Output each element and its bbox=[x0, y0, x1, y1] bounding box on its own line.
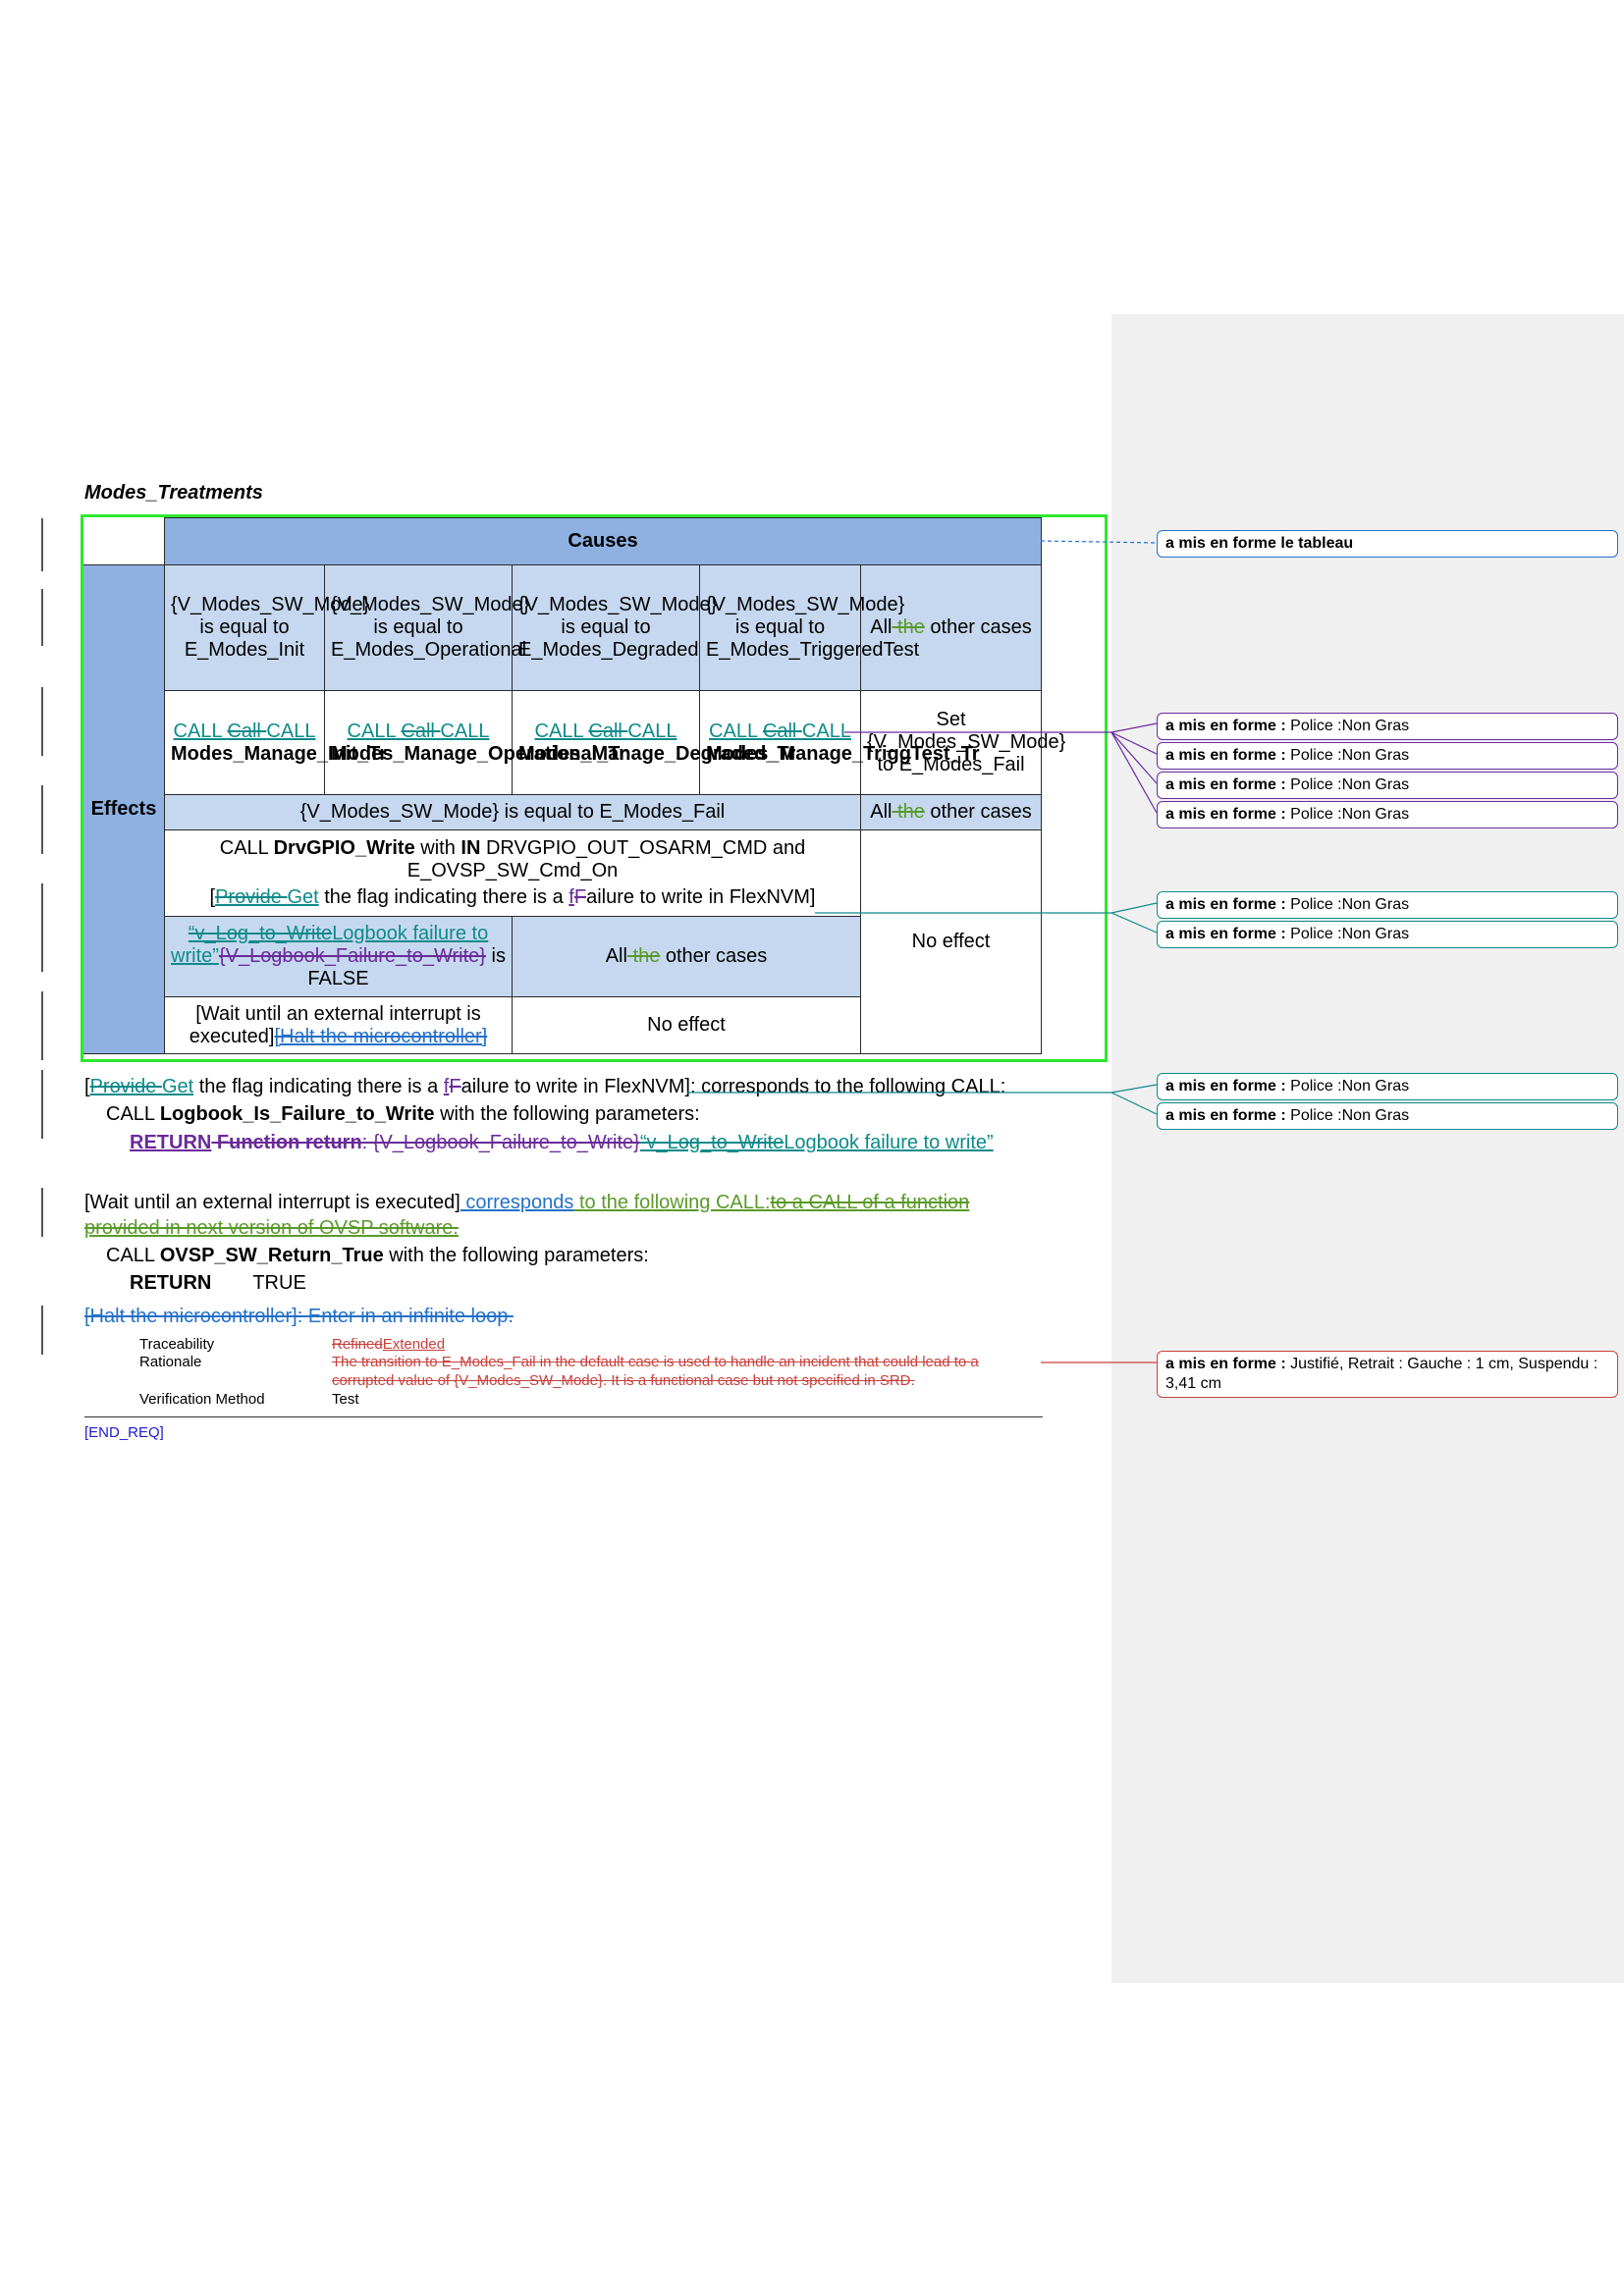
comment-bubble[interactable]: a mis en forme : Police :Non Gras bbox=[1157, 1102, 1618, 1130]
comment-bubble[interactable]: a mis en forme : Police :Non Gras bbox=[1157, 921, 1618, 948]
comment-bubble[interactable]: a mis en forme : Police :Non Gras bbox=[1157, 742, 1618, 770]
comment-leader-lines bbox=[687, 540, 1158, 1363]
comment-bubble[interactable]: a mis en forme : Police :Non Gras bbox=[1157, 891, 1618, 919]
comment-bubble[interactable]: a mis en forme : Police :Non Gras bbox=[1157, 713, 1618, 740]
comment-bubble[interactable]: a mis en forme : Police :Non Gras bbox=[1157, 1073, 1618, 1100]
comment-bubble[interactable]: a mis en forme le tableau bbox=[1157, 530, 1618, 558]
comment-bubble[interactable]: a mis en forme : Police :Non Gras bbox=[1157, 801, 1618, 828]
comment-bubble[interactable]: a mis en forme : Justifié, Retrait : Gau… bbox=[1157, 1351, 1618, 1398]
comment-bubble[interactable]: a mis en forme : Police :Non Gras bbox=[1157, 772, 1618, 799]
